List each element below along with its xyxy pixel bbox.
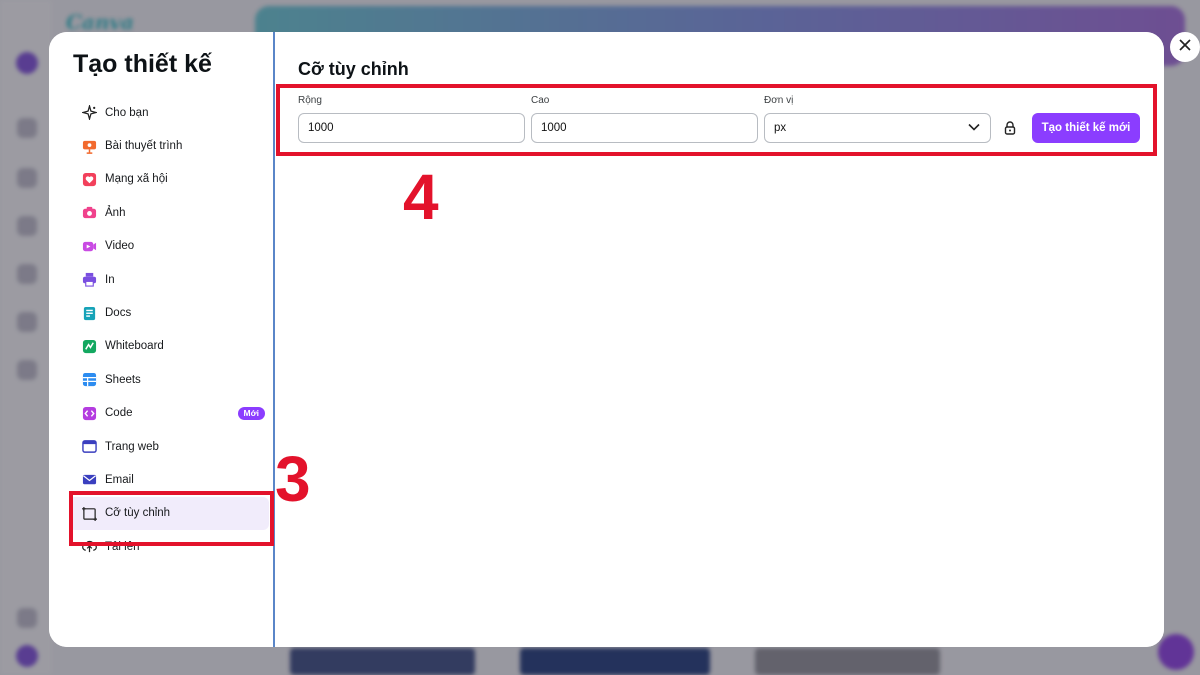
annotation-box-step3: [69, 491, 274, 546]
annotation-step3-number: 3: [275, 443, 311, 515]
nav-item-sheets[interactable]: Sheets: [69, 363, 269, 396]
nav-label: Whiteboard: [105, 340, 164, 353]
modal-title: Tạo thiết kế: [73, 50, 212, 78]
nav-item-social-media[interactable]: Mạng xã hội: [69, 163, 269, 196]
sparkle-icon: [81, 105, 97, 121]
close-button[interactable]: [1170, 32, 1200, 62]
new-badge: Mới: [237, 406, 265, 420]
nav-item-photo[interactable]: Ảnh: [69, 196, 269, 229]
docs-icon: [81, 305, 97, 321]
nav-item-docs[interactable]: Docs: [69, 296, 269, 329]
nav-item-code[interactable]: Code Mới: [69, 397, 269, 430]
modal-sidebar: Tạo thiết kế Cho bạn Bài thuyết trình Mạ…: [49, 32, 273, 647]
nav-label: Code: [105, 407, 133, 420]
sheets-icon: [81, 372, 97, 388]
annotation-box-step4: [276, 84, 1157, 156]
close-icon: [1179, 38, 1191, 56]
nav-label: Sheets: [105, 373, 141, 386]
nav-item-whiteboard[interactable]: Whiteboard: [69, 330, 269, 363]
nav-item-video[interactable]: Video: [69, 230, 269, 263]
nav-label: Video: [105, 240, 135, 253]
nav-item-for-you[interactable]: Cho bạn: [69, 96, 269, 129]
nav-label: Email: [105, 473, 134, 486]
nav-label: Docs: [105, 307, 132, 320]
code-icon: [81, 405, 97, 421]
nav-label: Mạng xã hội: [105, 173, 168, 186]
nav-item-website[interactable]: Trang web: [69, 430, 269, 463]
nav-label: In: [105, 273, 115, 286]
printer-icon: [81, 272, 97, 288]
nav-item-presentation[interactable]: Bài thuyết trình: [69, 129, 269, 162]
annotation-step4-number: 4: [403, 161, 439, 233]
nav-label: Cho bạn: [105, 106, 149, 119]
whiteboard-icon: [81, 338, 97, 354]
presentation-icon: [81, 138, 97, 154]
video-icon: [81, 238, 97, 254]
nav-label: Ảnh: [105, 206, 126, 219]
nav-label: Bài thuyết trình: [105, 140, 183, 153]
camera-icon: [81, 205, 97, 221]
nav-label: Trang web: [105, 440, 159, 453]
email-icon: [81, 472, 97, 488]
nav-item-print[interactable]: In: [69, 263, 269, 296]
website-icon: [81, 439, 97, 455]
heart-icon: [81, 171, 97, 187]
panel-title: Cỡ tùy chỉnh: [298, 59, 409, 79]
